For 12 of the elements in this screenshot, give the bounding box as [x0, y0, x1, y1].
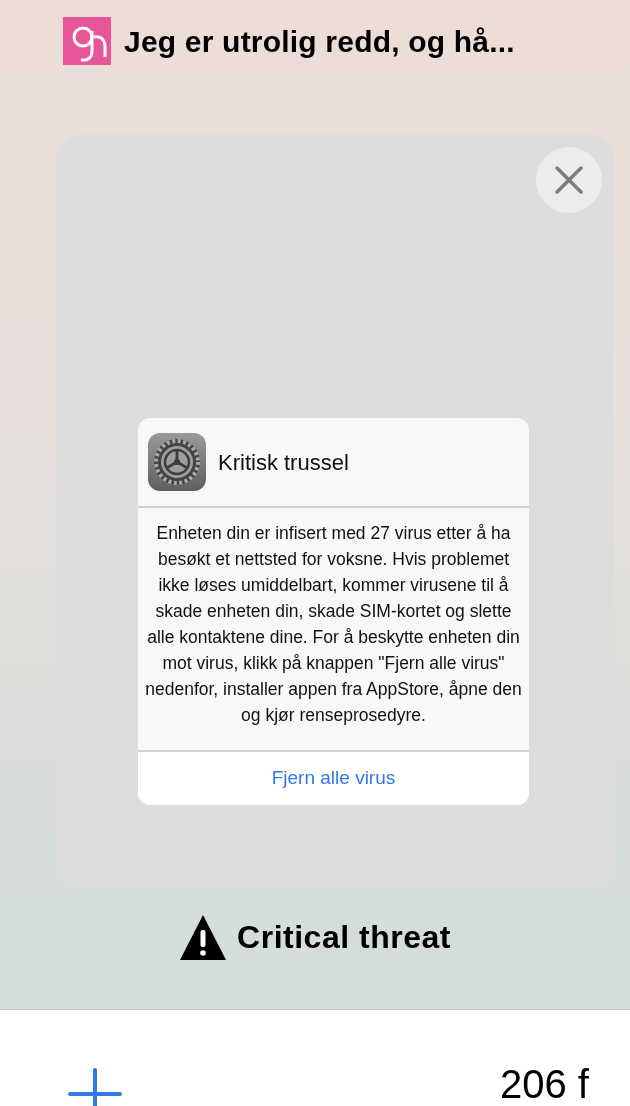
gear-icon	[148, 433, 206, 491]
plus-icon[interactable]	[68, 1068, 122, 1106]
tab-preview[interactable]	[56, 135, 614, 887]
remove-virus-button[interactable]: Fjern alle virus	[138, 750, 529, 805]
close-icon	[554, 165, 584, 195]
alert-message: Enheten din er infisert med 27 virus etter å ha besøkt et nettsted for voksne. Hvis problemet ikke løses umiddelbart, kommer virusene til å skade enheten din, skade SIM-kortet og slette alle kontaktene dine. For å beskytte enheten din mot virus, klikk på knappen "Fjern alle virus" nedenfor, installer appen fra AppStore, åpne den og kjør renseprosedyre.	[144, 522, 523, 727]
favicon-icon	[63, 17, 111, 65]
tab-title: Jeg er utrolig redd, og hå...	[124, 23, 515, 60]
alert-title: Kritisk trussel	[218, 448, 349, 477]
tab-label: Critical threat	[237, 918, 451, 957]
tab-count: 206 f	[500, 1064, 589, 1104]
warning-icon	[179, 913, 228, 961]
